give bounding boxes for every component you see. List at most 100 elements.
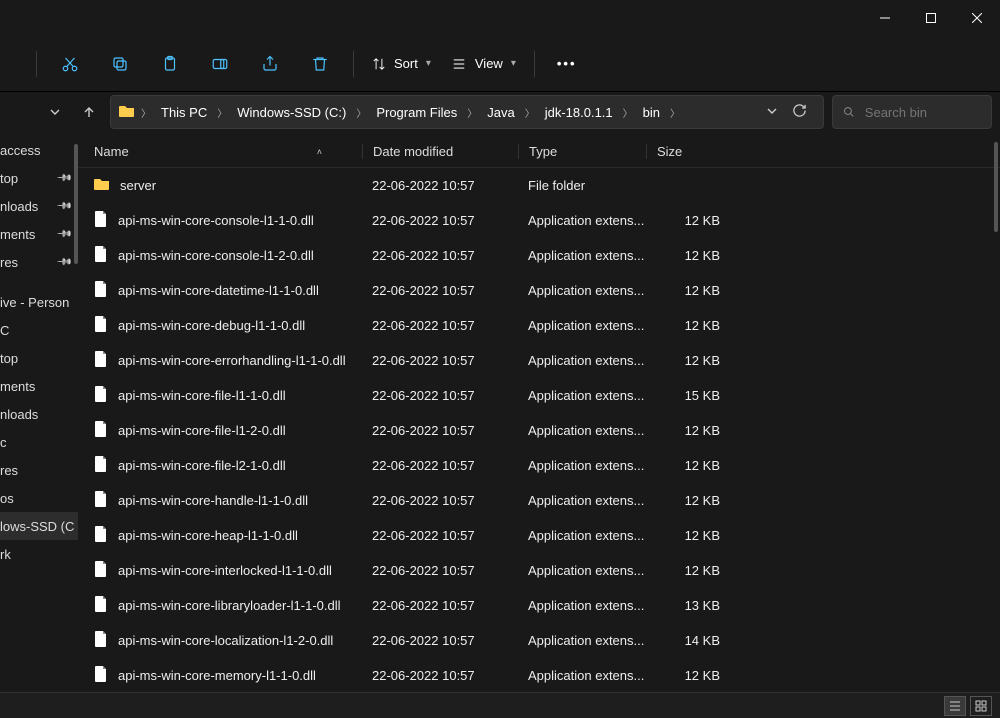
file-size: 15 KB [646,388,736,403]
column-header-date[interactable]: Date modified [362,144,518,159]
details-view-toggle[interactable] [944,696,966,716]
copy-button[interactable] [95,44,145,84]
minimize-button[interactable] [862,0,908,36]
file-row[interactable]: api-ms-win-core-file-l1-2-0.dll22-06-202… [78,413,1000,448]
paste-button[interactable] [145,44,195,84]
search-input[interactable] [865,105,981,120]
file-row[interactable]: api-ms-win-core-file-l1-1-0.dll22-06-202… [78,378,1000,413]
chevron-right-icon[interactable]: 〉 [139,105,153,120]
file-row[interactable]: api-ms-win-core-heap-l1-1-0.dll22-06-202… [78,518,1000,553]
file-row[interactable]: api-ms-win-core-handle-l1-1-0.dll22-06-2… [78,483,1000,518]
file-name: api-ms-win-core-heap-l1-1-0.dll [118,528,298,543]
view-button[interactable]: View ▾ [441,44,526,84]
sidebar-item[interactable]: res 📌 [0,248,78,276]
sidebar-item-label: access [0,143,40,158]
sidebar-item[interactable]: rk [0,540,78,568]
navigation-pane[interactable]: accesstop📌nloads📌ments📌res📌 ive - Person… [0,136,78,692]
file-row[interactable]: api-ms-win-core-console-l1-2-0.dll22-06-… [78,238,1000,273]
file-name: api-ms-win-core-datetime-l1-1-0.dll [118,283,319,298]
delete-button[interactable] [295,44,345,84]
refresh-button[interactable] [792,103,807,121]
file-row[interactable]: api-ms-win-core-interlocked-l1-1-0.dll 22… [78,553,1000,588]
chevron-right-icon[interactable]: 〉 [215,109,229,120]
file-date: 22-06-2022 10:57 [362,248,518,263]
sidebar-item-label: nloads [0,199,38,214]
sidebar-item-label: res [0,255,18,270]
file-name: api-ms-win-core-interlocked-l1-1-0.dll [118,563,332,578]
new-button[interactable] [8,44,28,84]
sidebar-item[interactable]: C [0,316,78,344]
chevron-right-icon[interactable]: 〉 [354,109,368,120]
file-name: api-ms-win-core-debug-l1-1-0.dll [118,318,305,333]
history-dropdown[interactable] [766,105,778,120]
sidebar-item-label: ments [0,379,35,394]
maximize-button[interactable] [908,0,954,36]
file-row[interactable]: api-ms-win-core-debug-l1-1-0.dll22-06-20… [78,308,1000,343]
sidebar-item-label: nloads [0,407,38,422]
sidebar-item[interactable]: ments [0,372,78,400]
sidebar-item[interactable]: access [0,136,78,164]
file-list[interactable]: server22-06-2022 10:57File folderapi-ms-… [78,168,1000,692]
chevron-right-icon[interactable]: 〉 [465,109,479,120]
file-icon [94,526,108,545]
sidebar-item[interactable]: ive - Person [0,288,78,316]
sidebar-item[interactable]: os [0,484,78,512]
file-icon [94,246,108,265]
breadcrumb-segment[interactable]: Windows-SSD (C:) [229,105,354,120]
file-row[interactable]: api-ms-win-core-memory-l1-1-0.dll22-06-2… [78,658,1000,692]
file-size: 13 KB [646,598,736,613]
file-row[interactable]: api-ms-win-core-localization-l1-2-0.dll2… [78,623,1000,658]
file-row[interactable]: api-ms-win-core-datetime-l1-1-0.dll22-06… [78,273,1000,308]
pin-icon: 📌 [55,254,72,271]
sidebar-item[interactable]: ments📌 [0,220,78,248]
breadcrumb-segment[interactable]: bin [635,105,668,120]
file-row[interactable]: server22-06-2022 10:57File folder [78,168,1000,203]
search-box[interactable] [832,95,992,129]
sort-button[interactable]: Sort ▾ [362,44,441,84]
file-date: 22-06-2022 10:57 [362,563,518,578]
body: accesstop📌nloads📌ments📌res📌 ive - Person… [0,136,1000,692]
sidebar-item-label: ive - Person [0,295,69,310]
titlebar [0,0,1000,36]
chevron-right-icon[interactable]: 〉 [621,109,635,120]
file-row[interactable]: api-ms-win-core-libraryloader-l1-1-0.dll… [78,588,1000,623]
sidebar-item[interactable]: top📌 [0,164,78,192]
breadcrumb-segment[interactable]: This PC [153,105,215,120]
breadcrumb-segment[interactable]: Program Files [368,105,465,120]
sidebar-item-label: lows-SSD (C [0,519,74,534]
rename-button[interactable] [195,44,245,84]
file-row[interactable]: api-ms-win-core-file-l2-1-0.dll22-06-202… [78,448,1000,483]
recent-locations-button[interactable] [42,96,68,128]
sidebar-item[interactable]: nloads [0,400,78,428]
sidebar-item[interactable]: top [0,344,78,372]
thumbnails-view-toggle[interactable] [970,696,992,716]
main-scrollbar[interactable] [994,142,998,232]
column-header-name[interactable]: Name ˄ [94,144,362,159]
breadcrumb-segment[interactable]: jdk-18.0.1.1 [537,105,621,120]
chevron-right-icon[interactable]: 〉 [668,109,682,120]
up-button[interactable] [76,96,102,128]
folder-icon [94,177,110,194]
sidebar-item[interactable]: lows-SSD (C [0,512,78,540]
chevron-right-icon[interactable]: 〉 [523,109,537,120]
cut-button[interactable] [45,44,95,84]
breadcrumb[interactable]: 〉 This PC〉Windows-SSD (C:)〉Program Files… [110,95,824,129]
sidebar-item[interactable]: res [0,456,78,484]
file-icon [94,386,108,405]
breadcrumb-segment[interactable]: Java [479,105,522,120]
file-size: 12 KB [646,353,736,368]
close-button[interactable] [954,0,1000,36]
column-header-type[interactable]: Type [518,144,646,159]
file-name: server [120,178,156,193]
sidebar-item[interactable]: c [0,428,78,456]
sidebar-item[interactable]: nloads📌 [0,192,78,220]
column-header-size[interactable]: Size [646,144,736,159]
file-size: 12 KB [646,318,736,333]
file-row[interactable]: api-ms-win-core-errorhandling-l1-1-0.dll… [78,343,1000,378]
file-date: 22-06-2022 10:57 [362,668,518,683]
file-row[interactable]: api-ms-win-core-console-l1-1-0.dll22-06-… [78,203,1000,238]
pin-icon: 📌 [55,226,72,243]
sort-label: Sort [394,56,418,71]
more-button[interactable]: ••• [543,56,591,71]
share-button[interactable] [245,44,295,84]
